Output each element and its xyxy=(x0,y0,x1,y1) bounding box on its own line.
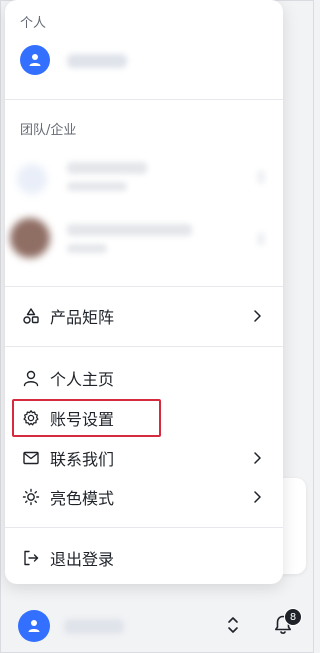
team-item-1[interactable] xyxy=(5,152,283,200)
team-name-1-redacted xyxy=(67,162,147,174)
personal-section-label: 个人 xyxy=(20,16,47,31)
divider-3 xyxy=(5,346,283,347)
menu-item-profile[interactable]: 个人主页 xyxy=(5,359,283,397)
account-settings-highlight xyxy=(12,399,161,437)
divider-1 xyxy=(5,99,283,100)
personal-account-name-redacted[interactable] xyxy=(67,54,127,68)
bottom-user-name-redacted[interactable] xyxy=(64,619,124,634)
team-meta-1-redacted xyxy=(67,182,127,191)
menu-label-logout: 退出登录 xyxy=(50,550,115,569)
sun-icon xyxy=(22,488,40,506)
menu-label-contact-us: 联系我们 xyxy=(50,450,115,469)
account-menu-panel: 个人 团队/企业 产品矩阵 个人主页 账号设置 联系我们 亮色模式 退出登录 xyxy=(5,0,283,584)
team-logo-2 xyxy=(10,218,50,258)
menu-label-light-mode: 亮色模式 xyxy=(50,489,115,508)
menu-item-contact-us[interactable]: 联系我们 xyxy=(5,439,283,477)
menu-item-light-mode[interactable]: 亮色模式 xyxy=(5,478,283,516)
divider-2 xyxy=(5,286,283,287)
team-logo-1 xyxy=(17,164,47,194)
team-item-2[interactable] xyxy=(5,210,283,258)
person-icon xyxy=(23,370,39,387)
team-meta-2-redacted xyxy=(67,244,107,253)
notification-badge: 8 xyxy=(284,608,302,626)
chevron-right-icon xyxy=(254,452,261,464)
team-section-label: 团队/企业 xyxy=(20,123,77,138)
team-action-2-redacted xyxy=(257,232,265,246)
personal-avatar[interactable] xyxy=(20,45,50,75)
chevron-up-down-icon[interactable] xyxy=(226,616,240,634)
logout-icon xyxy=(24,550,39,566)
chevron-right-icon xyxy=(254,491,261,503)
user-icon xyxy=(28,620,40,632)
team-name-2-redacted xyxy=(67,224,192,236)
mail-icon xyxy=(23,451,39,465)
menu-item-product-matrix[interactable]: 产品矩阵 xyxy=(5,297,283,335)
divider-4 xyxy=(5,527,283,528)
user-icon xyxy=(29,54,41,66)
menu-item-logout[interactable]: 退出登录 xyxy=(5,539,283,577)
menu-label-product-matrix: 产品矩阵 xyxy=(50,308,115,327)
team-action-1-redacted xyxy=(257,170,265,184)
chevron-right-icon xyxy=(254,310,261,322)
shapes-icon xyxy=(23,308,39,324)
menu-label-profile: 个人主页 xyxy=(50,370,115,389)
bottom-user-avatar[interactable] xyxy=(18,610,50,642)
